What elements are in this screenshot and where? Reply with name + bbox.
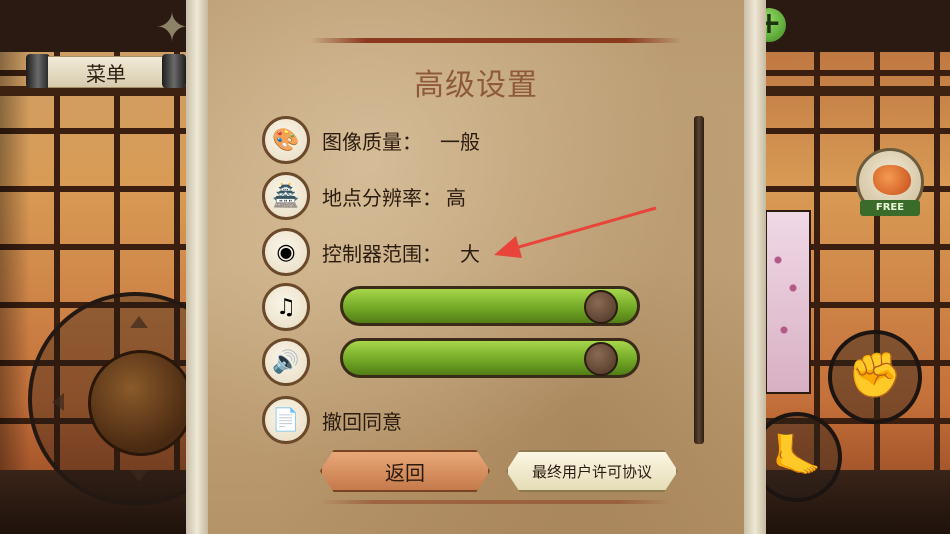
controller-range-row[interactable]: ◉ 控制器范围： 大	[262, 226, 480, 278]
palette-icon: 🎨	[262, 116, 310, 164]
joystick-knob[interactable]	[88, 350, 194, 456]
sound-volume-thumb[interactable]	[583, 342, 618, 376]
back-button-label: 返回	[385, 460, 425, 485]
eula-button-label: 最终用户许可协议	[531, 462, 652, 481]
bottom-divider	[320, 500, 672, 504]
fist-icon: ✊	[847, 350, 903, 401]
graphics-quality-value[interactable]: 一般	[440, 126, 480, 155]
scroll-rod-left	[26, 54, 50, 88]
controller-range-label: 控制器范围：	[322, 241, 442, 266]
title-divider	[310, 38, 682, 43]
document-revoke-icon: 📄	[262, 396, 310, 444]
foot-icon: 🦶	[772, 433, 822, 479]
sakura-screen	[765, 210, 811, 394]
menu-label: 菜单	[48, 56, 164, 88]
punch-button[interactable]: ✊	[828, 330, 922, 424]
location-resolution-row[interactable]: 🏯 地点分辨率： 高	[262, 170, 466, 222]
sound-row: 🔊	[262, 336, 310, 388]
scroll-edge-right	[744, 0, 766, 534]
location-resolution-label: 地点分辨率：	[322, 185, 442, 210]
dialog-parchment: 高级设置 🎨 图像质量： 一般 🏯 地点分辨率： 高 ◉ 控制器范围： 大 ♫ …	[208, 0, 744, 534]
joystick-down-arrow-icon	[130, 470, 148, 482]
settings-scrollbar[interactable]	[694, 116, 704, 444]
dialog-title: 高级设置	[414, 68, 538, 103]
music-note-icon: ♫	[262, 283, 310, 331]
location-resolution-value[interactable]: 高	[446, 182, 466, 211]
advanced-settings-dialog: 高级设置 🎨 图像质量： 一般 🏯 地点分辨率： 高 ◉ 控制器范围： 大 ♫ …	[186, 0, 766, 534]
scroll-edge-left	[186, 0, 208, 534]
gift-icon	[873, 165, 911, 195]
graphics-quality-label: 图像质量：	[322, 129, 422, 154]
controller-icon: ◉	[262, 228, 310, 276]
eula-button[interactable]: 最终用户许可协议	[506, 450, 678, 492]
revoke-consent-row[interactable]: 📄 撤回同意	[262, 394, 402, 446]
scroll-rod-right	[162, 54, 186, 88]
music-volume-slider[interactable]	[340, 286, 640, 326]
music-row: ♫	[262, 281, 310, 333]
free-label: FREE	[860, 200, 920, 216]
music-volume-thumb[interactable]	[583, 290, 618, 324]
sound-volume-slider[interactable]	[340, 338, 640, 378]
speaker-icon: 🔊	[262, 338, 310, 386]
pagoda-icon: 🏯	[262, 172, 310, 220]
controller-range-value[interactable]: 大	[460, 238, 480, 267]
joystick-up-arrow-icon	[130, 316, 148, 328]
graphics-quality-row[interactable]: 🎨 图像质量： 一般	[262, 114, 480, 166]
back-button[interactable]: 返回	[320, 450, 490, 492]
menu-button[interactable]: 菜单	[26, 54, 186, 88]
joystick-left-arrow-icon	[52, 393, 64, 411]
revoke-consent-label: 撤回同意	[322, 409, 402, 434]
